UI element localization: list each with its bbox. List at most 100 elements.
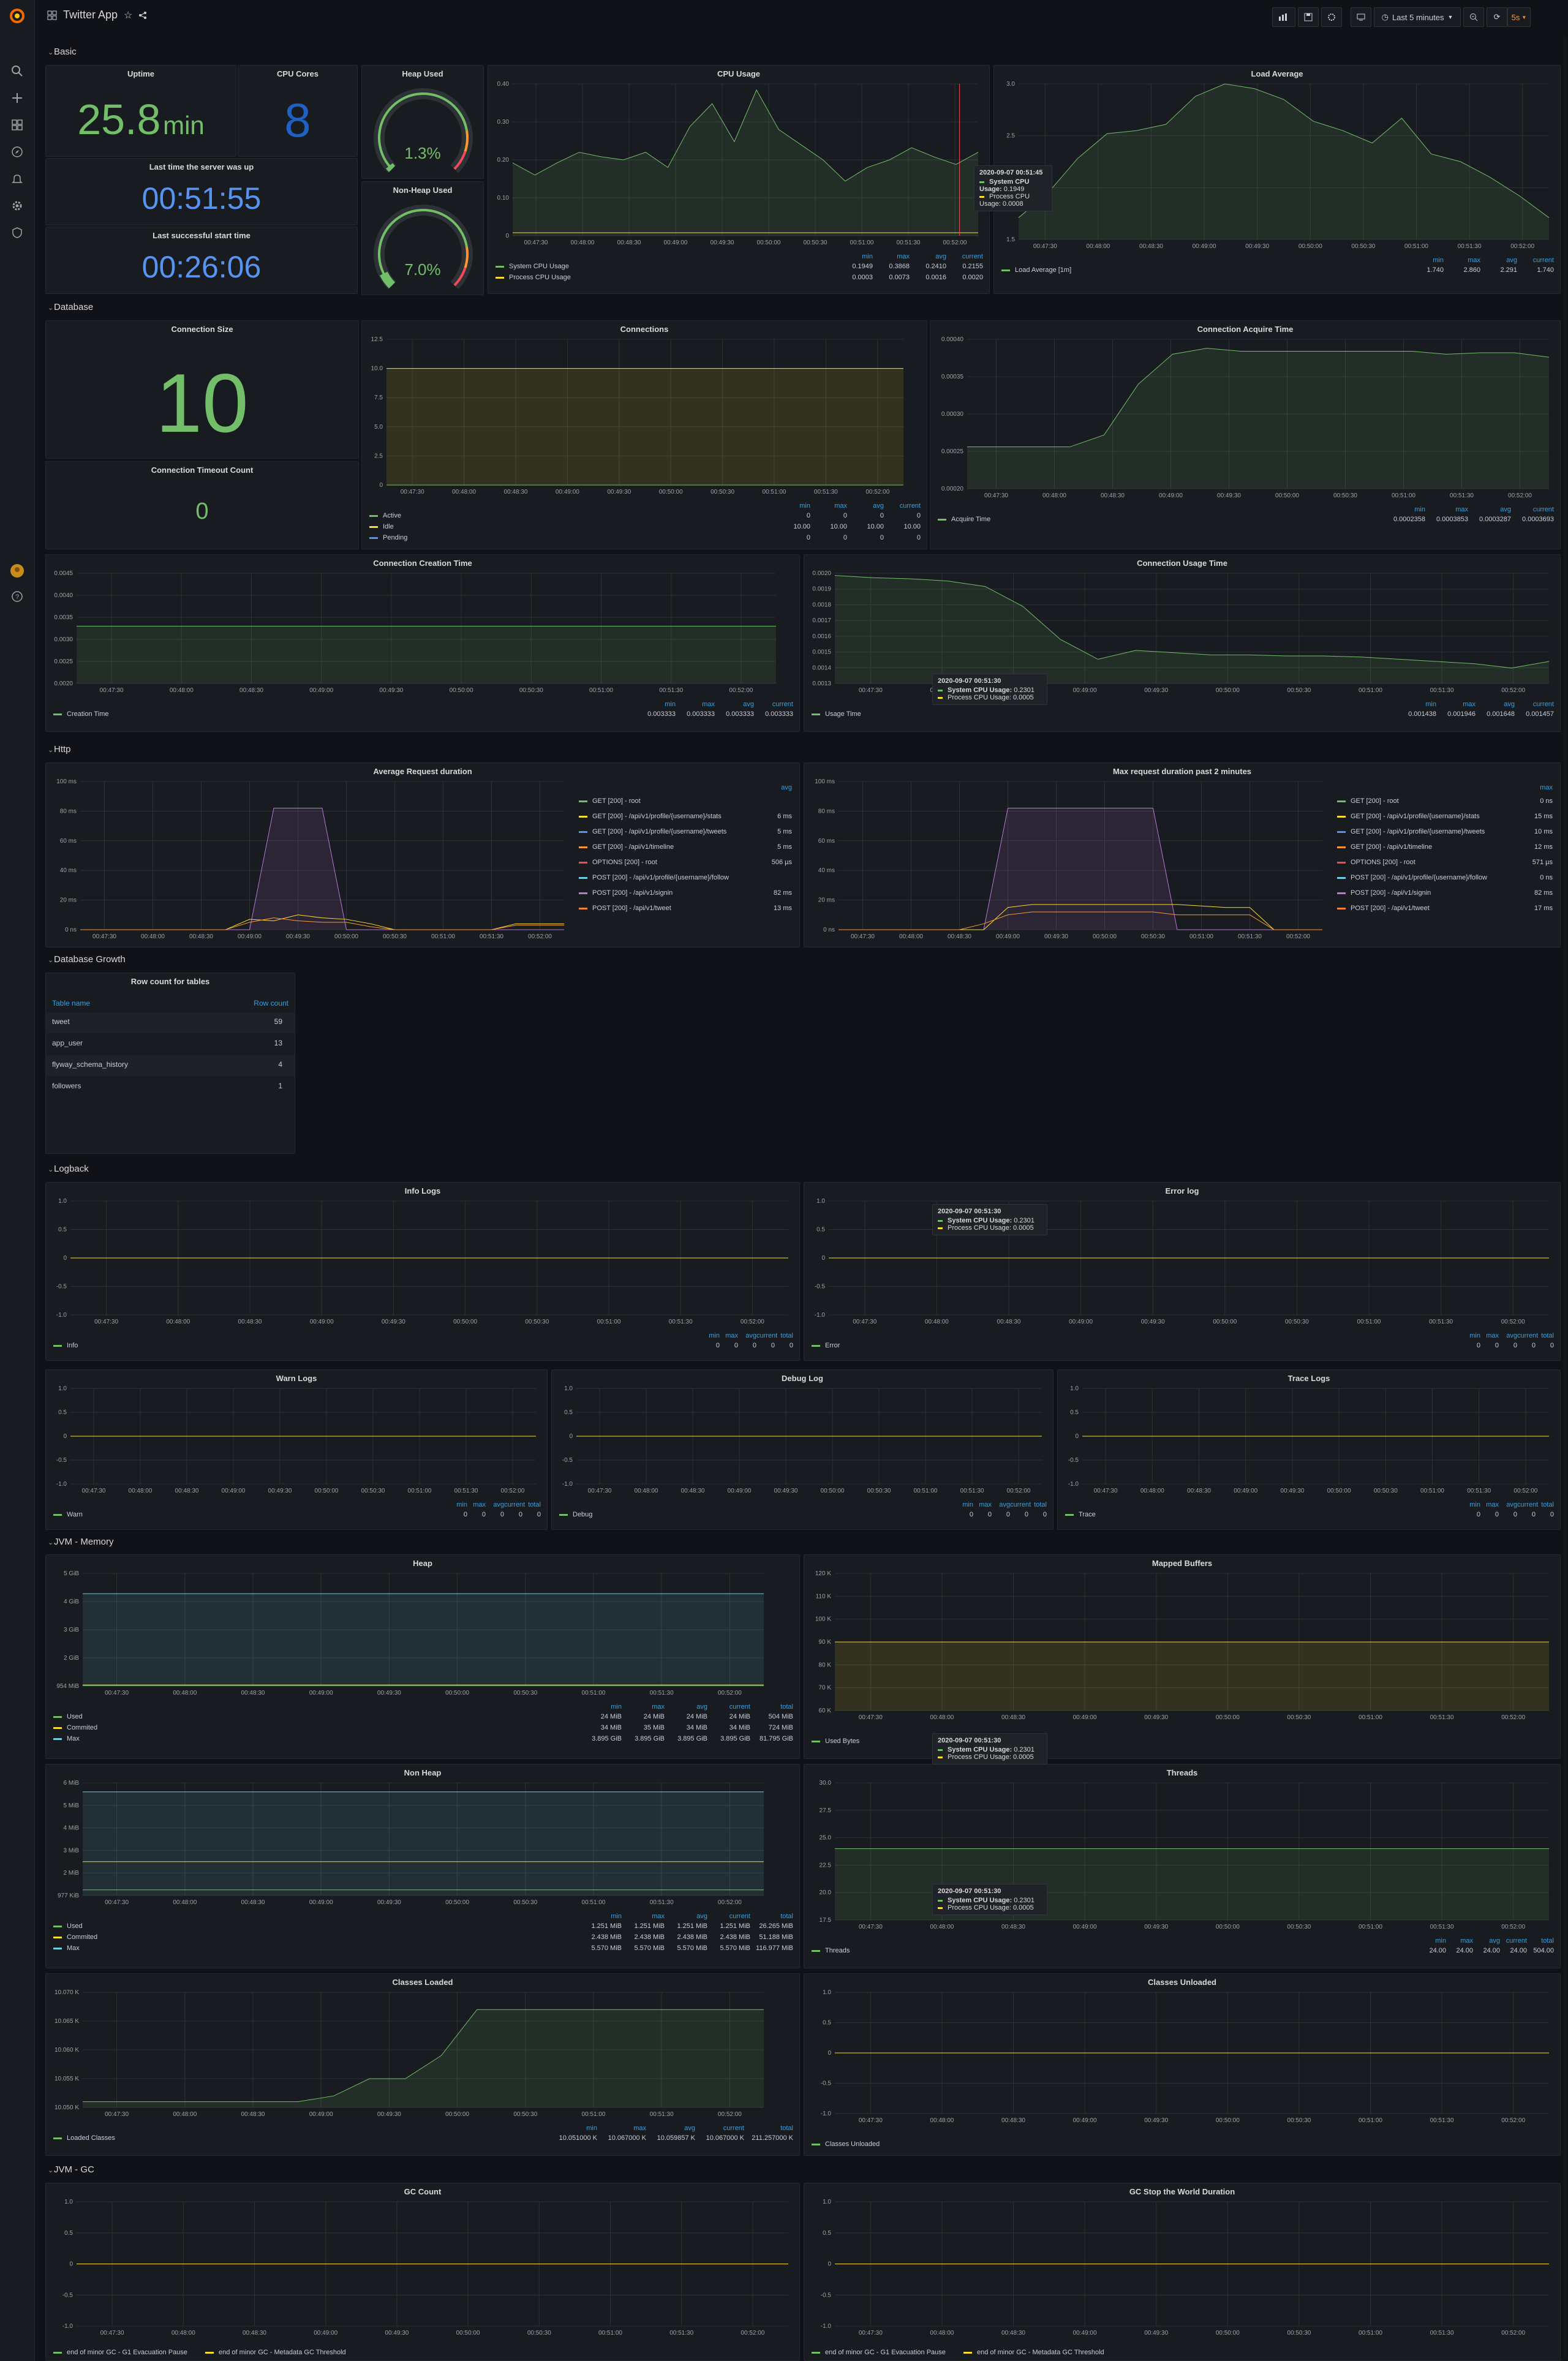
legend-item[interactable]: end of minor GC - Metadata GC Threshold <box>205 2349 346 2356</box>
legend-item[interactable]: Pending <box>369 534 407 541</box>
legend-header[interactable]: avg <box>665 1913 707 1920</box>
legend-item[interactable]: GET [200] - /api/v1/profile/{username}/t… <box>1337 828 1485 835</box>
share-icon[interactable] <box>138 11 147 20</box>
avatar[interactable] <box>0 559 34 583</box>
legend-header[interactable]: min <box>1462 1501 1480 1508</box>
help-icon[interactable]: ? <box>0 584 34 609</box>
table-header-count[interactable]: Row count <box>254 999 288 1007</box>
legend-item[interactable]: Creation Time <box>53 710 108 718</box>
legend-header[interactable]: total <box>750 1913 793 1920</box>
row-database[interactable]: ⌄Database <box>48 301 93 314</box>
legend-item[interactable]: OPTIONS [200] - root <box>1337 859 1415 866</box>
legend-header[interactable]: current <box>1515 701 1554 708</box>
legend-item[interactable]: Max <box>53 1945 80 1952</box>
row-jvm-memory[interactable]: ⌄JVM - Memory <box>48 1535 114 1549</box>
legend-item[interactable]: Warn <box>53 1511 83 1518</box>
legend-header[interactable]: avg <box>646 2125 695 2132</box>
legend-header[interactable]: avg <box>992 1501 1010 1508</box>
legend-item[interactable]: POST [200] - /api/v1/tweet <box>579 905 671 912</box>
legend-header[interactable]: avg <box>847 502 884 510</box>
refresh-interval-picker[interactable]: 5s ▼ <box>1507 7 1531 27</box>
legend-header[interactable]: max <box>810 502 847 510</box>
dashboard-title-text[interactable]: Twitter App <box>63 9 118 21</box>
legend-header[interactable]: current <box>1517 1332 1538 1339</box>
plus-icon[interactable] <box>0 86 34 110</box>
legend-item[interactable]: Threads <box>812 1947 850 1954</box>
legend-header[interactable]: total <box>750 1703 793 1711</box>
legend-header[interactable]: max <box>1425 506 1468 513</box>
row-basic[interactable]: ⌄Basic <box>48 45 77 59</box>
row-db-growth[interactable]: ⌄Database Growth <box>48 953 126 966</box>
legend-item[interactable]: POST [200] - /api/v1/profile/{username}/… <box>579 874 729 881</box>
legend-item[interactable]: Used Bytes <box>812 1738 859 1745</box>
legend-header[interactable]: avg <box>1473 1937 1500 1945</box>
legend-header[interactable]: min <box>636 701 676 708</box>
explore-icon[interactable] <box>0 140 34 164</box>
legend-header[interactable]: current <box>754 701 793 708</box>
legend-header[interactable]: max <box>622 1703 665 1711</box>
legend-item[interactable]: end of minor GC - G1 Evacuation Pause <box>53 2349 187 2356</box>
legend-item[interactable]: Debug <box>559 1511 592 1518</box>
legend-item[interactable]: OPTIONS [200] - root <box>579 859 657 866</box>
legend-header[interactable]: max <box>676 701 715 708</box>
gear-icon[interactable] <box>0 194 34 218</box>
legend-item[interactable]: GET [200] - /api/v1/profile/{username}/s… <box>1337 813 1480 820</box>
legend-item[interactable]: POST [200] - /api/v1/profile/{username}/… <box>1337 874 1487 881</box>
legend-header[interactable]: current <box>1010 1501 1031 1508</box>
refresh-button[interactable]: ⟳ <box>1487 7 1507 27</box>
legend-header[interactable]: min <box>1462 1332 1480 1339</box>
legend-item[interactable]: Active <box>369 512 401 519</box>
tv-mode-button[interactable] <box>1351 7 1371 27</box>
legend-header[interactable]: total <box>1536 1501 1554 1508</box>
legend-header[interactable]: avg <box>910 253 946 260</box>
save-button[interactable] <box>1298 7 1319 27</box>
legend-header[interactable]: min <box>1407 257 1444 264</box>
legend-header[interactable]: max <box>1480 1332 1499 1339</box>
legend-header[interactable]: max <box>1480 1501 1499 1508</box>
legend-item[interactable]: GET [200] - /api/v1/profile/{username}/t… <box>579 828 726 835</box>
star-icon[interactable]: ☆ <box>124 9 132 21</box>
legend-item[interactable]: System CPU Usage <box>496 263 569 270</box>
legend-header[interactable]: max <box>1516 784 1553 791</box>
legend-header[interactable]: max <box>467 1501 486 1508</box>
legend-header[interactable]: avg <box>1468 506 1511 513</box>
legend-header[interactable]: total <box>1536 1332 1554 1339</box>
legend-header[interactable]: min <box>701 1332 720 1339</box>
legend-header[interactable]: avg <box>1499 1501 1517 1508</box>
add-panel-button[interactable] <box>1272 7 1295 27</box>
legend-item[interactable]: end of minor GC - Metadata GC Threshold <box>963 2349 1104 2356</box>
settings-button[interactable] <box>1321 7 1342 27</box>
legend-header[interactable]: min <box>774 502 810 510</box>
legend-item[interactable]: Loaded Classes <box>53 2134 115 2142</box>
shield-icon[interactable] <box>0 220 34 245</box>
legend-item[interactable]: POST [200] - /api/v1/signin <box>579 889 673 897</box>
legend-header[interactable]: min <box>449 1501 467 1508</box>
legend-header[interactable]: current <box>707 1703 750 1711</box>
legend-header[interactable]: avg <box>1499 1332 1517 1339</box>
legend-item[interactable]: Used <box>53 1922 83 1930</box>
time-picker-button[interactable]: ◷ Last 5 minutes ▼ <box>1374 7 1461 27</box>
legend-header[interactable]: min <box>579 1913 622 1920</box>
legend-header[interactable]: min <box>548 2125 597 2132</box>
legend-header[interactable]: min <box>1397 701 1436 708</box>
legend-header[interactable]: current <box>1511 506 1554 513</box>
legend-item[interactable]: end of minor GC - G1 Evacuation Pause <box>812 2349 946 2356</box>
row-http[interactable]: ⌄Http <box>48 743 71 756</box>
row-jvm-gc[interactable]: ⌄JVM - GC <box>48 2163 94 2177</box>
legend-header[interactable]: avg <box>486 1501 504 1508</box>
legend-header[interactable]: max <box>720 1332 738 1339</box>
legend-item[interactable]: GET [200] - /api/v1/timeline <box>1337 843 1432 851</box>
row-logback[interactable]: ⌄Logback <box>48 1162 89 1176</box>
legend-header[interactable]: avg <box>715 701 754 708</box>
legend-item[interactable]: Load Average [1m] <box>1001 266 1071 274</box>
legend-item[interactable]: Process CPU Usage <box>496 274 571 281</box>
search-icon[interactable] <box>0 59 34 83</box>
legend-header[interactable]: current <box>946 253 983 260</box>
legend-item[interactable]: Usage Time <box>812 710 861 718</box>
legend-item[interactable]: GET [200] - /api/v1/timeline <box>579 843 674 851</box>
legend-header[interactable]: max <box>1436 701 1476 708</box>
legend-item[interactable]: Acquire Time <box>938 516 990 523</box>
legend-header[interactable]: current <box>504 1501 525 1508</box>
legend-header[interactable]: current <box>1517 1501 1538 1508</box>
legend-header[interactable]: total <box>775 1332 793 1339</box>
